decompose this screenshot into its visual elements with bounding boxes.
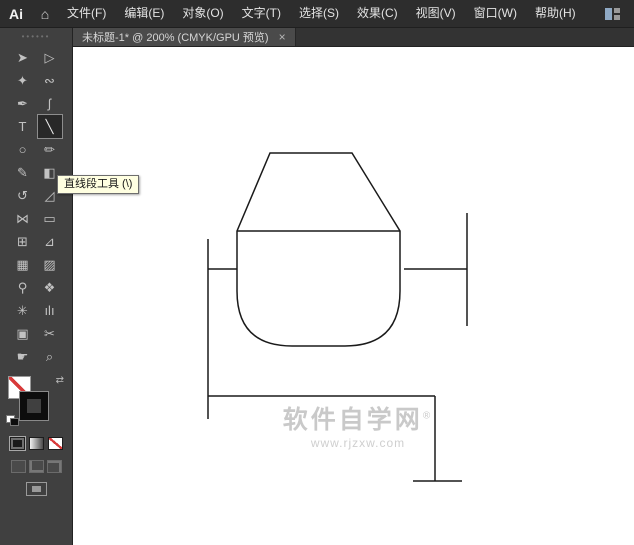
- tool-pen[interactable]: ✒: [11, 92, 35, 115]
- menu-select[interactable]: 选择(S): [290, 0, 348, 27]
- tools-panel: •••••• ➤ ▷ ✦ ∾ ✒ ʃ T ╲ ○ ✏ ✎ ◧ ↺ ◿ ⋈ ▭ ⊞ ⊿ ▦ ▨ ⚲ ❖ ✳ ılı ▣ ✂ ☛ ⌕ ⇄: [0, 28, 73, 545]
- swap-fill-stroke-icon[interactable]: ⇄: [56, 376, 64, 386]
- screen-mode-icon: [31, 486, 41, 492]
- tool-grid: ➤ ▷ ✦ ∾ ✒ ʃ T ╲ ○ ✏ ✎ ◧ ↺ ◿ ⋈ ▭ ⊞ ⊿ ▦ ▨ ⚲ ❖ ✳ ılı ▣ ✂ ☛ ⌕: [11, 46, 63, 368]
- tool-tooltip: 直线段工具 (\): [57, 175, 140, 194]
- tool-zoom[interactable]: ⌕: [38, 345, 62, 368]
- menu-help[interactable]: 帮助(H): [526, 0, 585, 27]
- tool-mesh[interactable]: ▦: [11, 253, 35, 276]
- document-tab[interactable]: 未标题-1* @ 200% (CMYK/GPU 预览) ×: [73, 28, 296, 46]
- fill-stroke-widget: ⇄: [6, 376, 66, 428]
- screen-mode-button[interactable]: [25, 482, 47, 496]
- tab-close-icon[interactable]: ×: [279, 31, 286, 43]
- default-stroke-square: [10, 418, 19, 426]
- menu-effect[interactable]: 效果(C): [348, 0, 407, 27]
- workspace-icon-right: [614, 7, 620, 20]
- tool-blend[interactable]: ❖: [38, 276, 62, 299]
- tool-hand[interactable]: ☛: [11, 345, 35, 368]
- none-button[interactable]: [47, 437, 63, 450]
- tool-paintbrush[interactable]: ✏: [38, 138, 62, 161]
- tool-ellipse[interactable]: ○: [11, 138, 35, 161]
- artwork: [207, 152, 468, 482]
- workspace-switcher-icon[interactable]: [605, 7, 620, 20]
- menu-view[interactable]: 视图(V): [407, 0, 465, 27]
- app-logo: Ai: [9, 5, 23, 22]
- tool-magic-wand[interactable]: ✦: [11, 69, 35, 92]
- gradient-button[interactable]: [28, 437, 44, 450]
- tool-gradient[interactable]: ▨: [38, 253, 62, 276]
- tool-free-transform[interactable]: ▭: [38, 207, 62, 230]
- document-tab-title: 未标题-1* @ 200% (CMYK/GPU 预览): [82, 32, 269, 44]
- tool-perspective-grid[interactable]: ⊿: [38, 230, 62, 253]
- workspace-icon-left: [605, 7, 612, 20]
- tool-symbol-sprayer[interactable]: ✳: [11, 299, 35, 322]
- draw-behind-button[interactable]: [28, 460, 44, 473]
- menu-type[interactable]: 文字(T): [233, 0, 290, 27]
- tool-rotate[interactable]: ↺: [11, 184, 35, 207]
- menu-file[interactable]: 文件(F): [58, 0, 115, 27]
- default-fill-stroke-icon[interactable]: [6, 415, 19, 426]
- tool-direct-selection[interactable]: ▷: [38, 46, 62, 69]
- tool-line-segment[interactable]: ╲: [36, 114, 63, 139]
- home-icon[interactable]: ⌂: [32, 6, 58, 22]
- color-type-buttons: [8, 436, 63, 451]
- stroke-swatch-black[interactable]: [20, 392, 48, 420]
- menu-items: 文件(F) 编辑(E) 对象(O) 文字(T) 选择(S) 效果(C) 视图(V) 窗口(W)…: [58, 0, 585, 27]
- draw-normal-button[interactable]: [10, 460, 26, 473]
- tool-pencil[interactable]: ✎: [11, 161, 35, 184]
- color-button[interactable]: [8, 436, 26, 451]
- tabbar: 未标题-1* @ 200% (CMYK/GPU 预览) ×: [73, 28, 634, 47]
- draw-inside-button[interactable]: [46, 460, 62, 473]
- tool-type[interactable]: T: [11, 115, 35, 138]
- canvas[interactable]: 软件自学网® www.rjzxw.com: [73, 47, 634, 545]
- menu-edit[interactable]: 编辑(E): [115, 0, 173, 27]
- draw-mode-buttons: [10, 460, 62, 473]
- tool-eyedropper[interactable]: ⚲: [11, 276, 35, 299]
- art-mixer-drum: [236, 152, 401, 347]
- menu-window[interactable]: 窗口(W): [465, 0, 526, 27]
- menu-object[interactable]: 对象(O): [173, 0, 232, 27]
- tool-curvature[interactable]: ʃ: [38, 92, 62, 115]
- menubar: Ai ⌂ 文件(F) 编辑(E) 对象(O) 文字(T) 选择(S) 效果(C) 视图(V)…: [0, 0, 634, 28]
- tool-lasso[interactable]: ∾: [38, 69, 62, 92]
- panel-grip[interactable]: ••••••: [0, 28, 72, 44]
- tool-selection[interactable]: ➤: [11, 46, 35, 69]
- tool-slice[interactable]: ✂: [38, 322, 62, 345]
- tool-width[interactable]: ⋈: [11, 207, 35, 230]
- tool-shape-builder[interactable]: ⊞: [11, 230, 35, 253]
- tool-artboard[interactable]: ▣: [11, 322, 35, 345]
- illustrator-window: Ai ⌂ 文件(F) 编辑(E) 对象(O) 文字(T) 选择(S) 效果(C) 视图(V)…: [0, 0, 634, 545]
- tool-column-graph[interactable]: ılı: [38, 299, 62, 322]
